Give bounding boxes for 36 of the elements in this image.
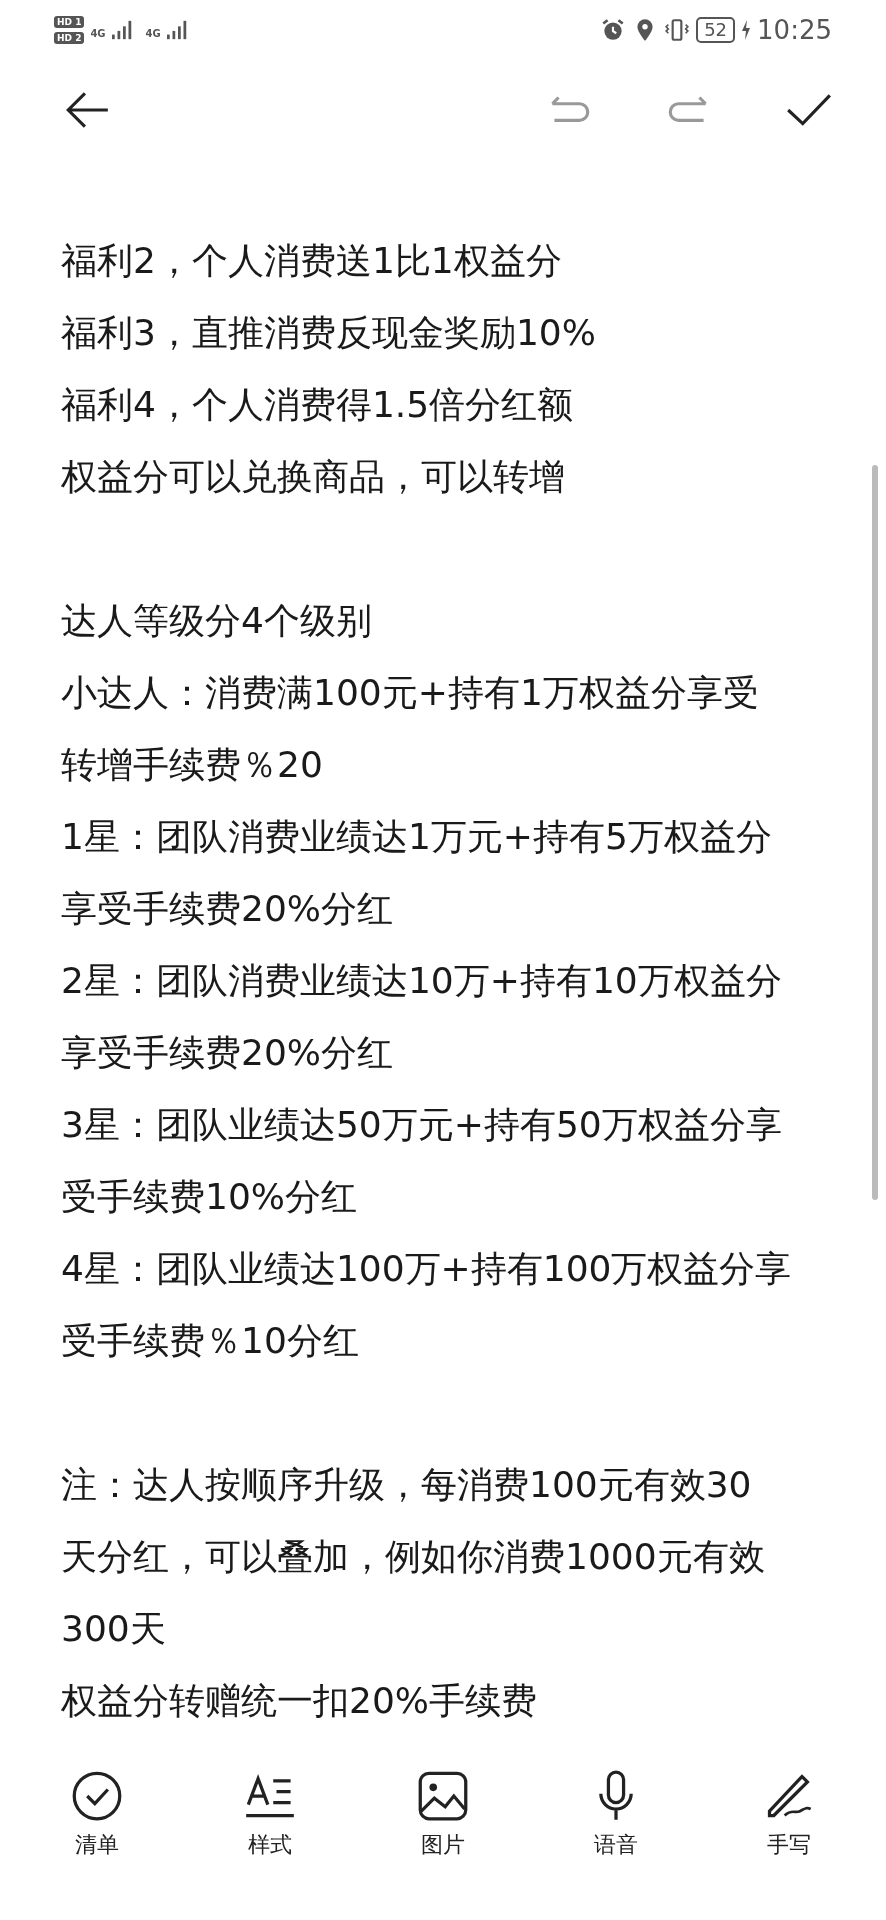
network-label: 4G — [90, 28, 106, 39]
note-text-line: 3星：团队业绩达50万元+持有50万权益分享 — [61, 1103, 782, 1147]
toolbar-button[interactable]: 手写 — [729, 1770, 850, 1860]
note-text-line: 300天 — [61, 1607, 166, 1651]
note-text-line: 1星：团队消费业绩达1万元+持有5万权益分 — [61, 815, 772, 859]
note-text-line: 4星：团队业绩达100万+持有100万权益分享 — [61, 1247, 792, 1291]
note-text-line: 福利2，个人消费送1比1权益分 — [61, 239, 562, 283]
clock-time: 10:25 — [757, 15, 832, 45]
note-text-line: 权益分可以兑换商品，可以转增 — [61, 455, 565, 499]
note-text-line: 天分红，可以叠加，例如你消费1000元有效 — [61, 1535, 765, 1579]
vibrate-icon — [664, 17, 691, 43]
charging-icon — [741, 20, 752, 40]
note-text-line: 受手续费％10分红 — [61, 1319, 359, 1363]
note-text-line: 2星：团队消费业绩达10万+持有10万权益分 — [61, 959, 782, 1003]
note-text-line: 享受手续费20%分红 — [61, 887, 393, 931]
battery-indicator: 52 — [696, 17, 736, 43]
image-icon — [416, 1770, 469, 1822]
note-text-line: 受手续费10%分红 — [61, 1175, 357, 1219]
sim-badge: HD 2 — [54, 32, 85, 44]
toolbar-button[interactable]: 语音 — [556, 1770, 677, 1860]
toolbar-button[interactable]: 清单 — [36, 1770, 157, 1860]
note-text-line: 福利3，直推消费反现金奖励10% — [61, 311, 596, 355]
signal-icon — [166, 20, 189, 40]
sim-badge: HD 1 — [54, 16, 85, 28]
note-text-line: 享受手续费20%分红 — [61, 1031, 393, 1075]
note-text-line: 转增手续费％20 — [61, 743, 323, 787]
network-label: 4G — [145, 28, 161, 39]
note-text-line: 福利4，个人消费得1.5倍分红额 — [61, 383, 574, 427]
toolbar-button[interactable]: 样式 — [209, 1770, 330, 1860]
note-text-line: 小达人：消费满100元+持有1万权益分享受 — [61, 671, 759, 715]
note-text-line: 注：达人按顺序升级，每消费100元有效30 — [61, 1463, 752, 1507]
signal-icon — [111, 20, 134, 40]
note-text-line: 达人等级分4个级别 — [61, 599, 372, 643]
note-text-line: 权益分转赠统一扣20%手续费 — [61, 1679, 537, 1723]
toolbar-button[interactable]: 图片 — [382, 1770, 503, 1860]
check-circle-icon — [70, 1770, 123, 1822]
